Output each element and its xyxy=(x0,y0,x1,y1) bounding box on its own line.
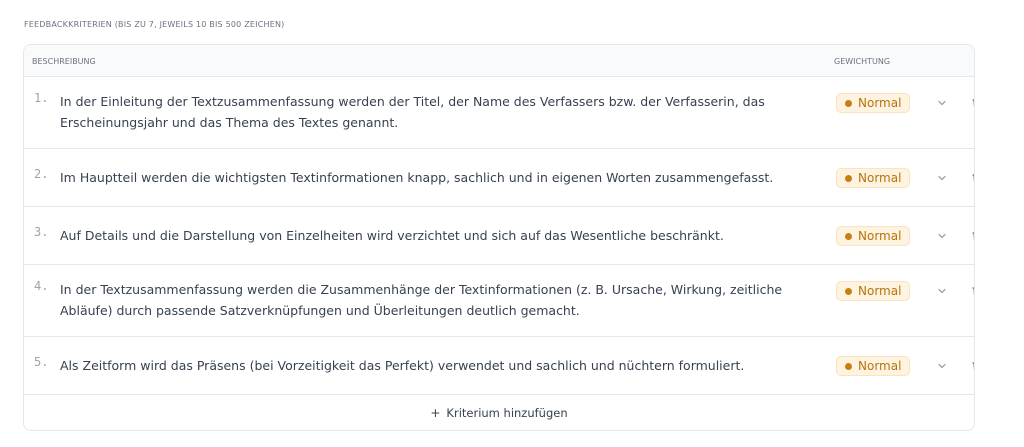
criteria-table: BESCHREIBUNG GEWICHTUNG 1. In der Einlei… xyxy=(23,44,975,431)
trash-icon[interactable] xyxy=(970,96,975,110)
section-label: FEEDBACKKRITERIEN (BIS ZU 7, JEWEILS 10 … xyxy=(24,20,285,29)
weight-dot xyxy=(845,99,852,107)
criterion-text[interactable]: Auf Details und die Darstellung von Einz… xyxy=(60,225,810,246)
add-criterion-label: Kriterium hinzufügen xyxy=(446,406,568,420)
criterion-text[interactable]: Als Zeitform wird das Präsens (bei Vorze… xyxy=(60,355,810,376)
table-row: 2. Im Hauptteil werden die wichtigsten T… xyxy=(24,149,974,207)
table-header: BESCHREIBUNG GEWICHTUNG xyxy=(24,45,974,77)
table-row: 4. In der Textzusammenfassung werden die… xyxy=(24,265,974,337)
weight-label: Normal xyxy=(858,284,902,298)
row-number: 2. xyxy=(34,167,49,181)
table-row: 3. Auf Details und die Darstellung von E… xyxy=(24,207,974,265)
weight-badge[interactable]: Normal xyxy=(836,168,910,188)
weight-dot xyxy=(845,174,852,182)
table-row: 5. Als Zeitform wird das Präsens (bei Vo… xyxy=(24,337,974,395)
add-criterion-button[interactable]: + Kriterium hinzufügen xyxy=(24,395,974,430)
table-row: 1. In der Einleitung der Textzusammenfas… xyxy=(24,77,974,149)
weight-badge[interactable]: Normal xyxy=(836,226,910,246)
trash-icon[interactable] xyxy=(970,171,975,185)
chevron-down-icon[interactable] xyxy=(935,359,949,373)
weight-label: Normal xyxy=(858,96,902,110)
chevron-down-icon[interactable] xyxy=(935,96,949,110)
weight-label: Normal xyxy=(858,171,902,185)
trash-icon[interactable] xyxy=(970,359,975,373)
weight-dot xyxy=(845,362,852,370)
weight-dot xyxy=(845,232,852,240)
chevron-down-icon[interactable] xyxy=(935,171,949,185)
criterion-text[interactable]: In der Einleitung der Textzusammenfassun… xyxy=(60,91,810,133)
weight-badge[interactable]: Normal xyxy=(836,281,910,301)
chevron-down-icon[interactable] xyxy=(935,284,949,298)
header-weight: GEWICHTUNG xyxy=(834,57,891,66)
row-number: 1. xyxy=(34,91,49,105)
header-description: BESCHREIBUNG xyxy=(32,57,96,66)
row-number: 5. xyxy=(34,355,49,369)
row-number: 4. xyxy=(34,279,49,293)
weight-dot xyxy=(845,287,852,295)
chevron-down-icon[interactable] xyxy=(935,229,949,243)
trash-icon[interactable] xyxy=(970,229,975,243)
weight-label: Normal xyxy=(858,229,902,243)
trash-icon[interactable] xyxy=(970,284,975,298)
weight-badge[interactable]: Normal xyxy=(836,93,910,113)
row-number: 3. xyxy=(34,225,49,239)
weight-label: Normal xyxy=(858,359,902,373)
weight-badge[interactable]: Normal xyxy=(836,356,910,376)
plus-icon: + xyxy=(430,406,441,420)
criterion-text[interactable]: In der Textzusammenfassung werden die Zu… xyxy=(60,279,810,321)
criterion-text[interactable]: Im Hauptteil werden die wichtigsten Text… xyxy=(60,167,810,188)
